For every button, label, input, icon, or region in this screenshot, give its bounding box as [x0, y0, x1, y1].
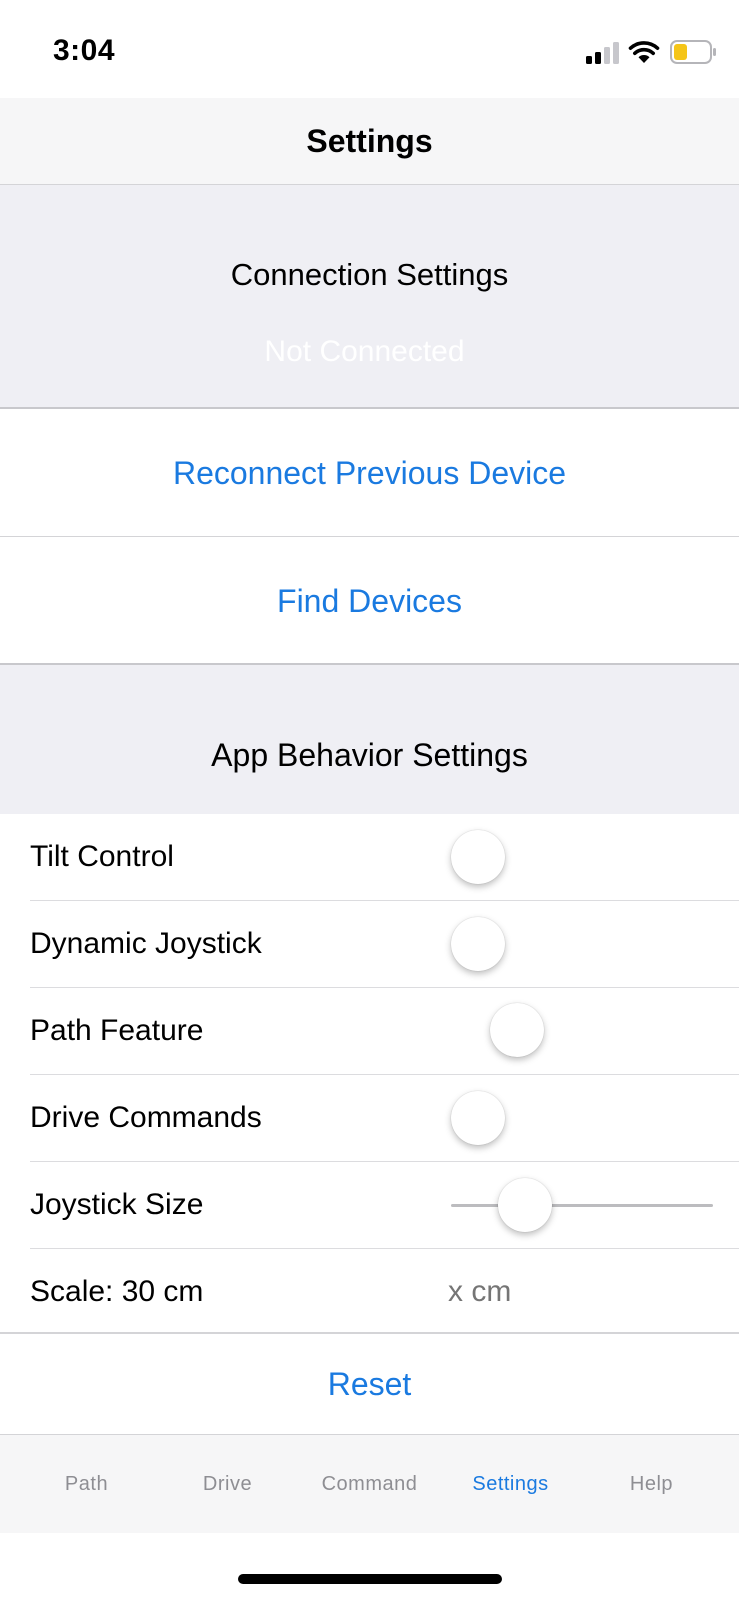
app-behavior-settings-header: App Behavior Settings — [0, 663, 739, 816]
setting-row-dynamic-joystick: Dynamic Joystick — [0, 901, 739, 987]
drive-commands-label: Drive Commands — [30, 1101, 262, 1134]
tilt-control-label: Tilt Control — [30, 840, 174, 873]
setting-row-scale: Scale: 30 cm — [0, 1249, 739, 1335]
page-title: Settings — [306, 123, 433, 159]
tab-command[interactable]: Command — [299, 1435, 440, 1533]
tab-drive[interactable]: Drive — [157, 1435, 298, 1533]
reset-button[interactable]: Reset — [0, 1334, 739, 1434]
path-feature-toggle[interactable] — [490, 1003, 544, 1057]
scale-label: Scale: 30 cm — [30, 1275, 204, 1308]
joystick-size-slider-track[interactable] — [451, 1204, 713, 1207]
drive-commands-toggle[interactable] — [451, 1091, 505, 1145]
connection-settings-header: Connection Settings Not Connected — [0, 185, 739, 409]
dynamic-joystick-label: Dynamic Joystick — [30, 927, 262, 960]
tab-help[interactable]: Help — [581, 1435, 722, 1533]
battery-icon — [670, 40, 716, 64]
path-feature-label: Path Feature — [30, 1014, 204, 1047]
reconnect-previous-device-button[interactable]: Reconnect Previous Device — [0, 410, 739, 537]
scale-input[interactable] — [448, 1249, 648, 1335]
tab-bar: Path Drive Command Settings Help — [0, 1434, 739, 1533]
status-time: 3:04 — [53, 34, 116, 67]
dynamic-joystick-toggle[interactable] — [451, 917, 505, 971]
setting-row-path-feature: Path Feature — [0, 988, 739, 1074]
navigation-bar: Settings — [0, 98, 739, 185]
cellular-signal-icon — [586, 42, 619, 64]
status-bar: 3:04 — [0, 0, 739, 98]
tilt-control-toggle[interactable] — [451, 830, 505, 884]
find-devices-button[interactable]: Find Devices — [0, 538, 739, 664]
connection-status-label: Not Connected — [264, 335, 465, 368]
tab-path[interactable]: Path — [16, 1435, 157, 1533]
setting-row-joystick-size: Joystick Size — [0, 1162, 739, 1248]
app-behavior-settings-title: App Behavior Settings — [211, 737, 528, 773]
connection-settings-title: Connection Settings — [230, 257, 509, 292]
setting-row-tilt-control: Tilt Control — [0, 814, 739, 900]
home-indicator[interactable] — [238, 1574, 502, 1584]
joystick-size-slider-thumb[interactable] — [498, 1178, 552, 1232]
setting-row-drive-commands: Drive Commands — [0, 1075, 739, 1161]
wifi-icon — [628, 41, 660, 63]
joystick-size-label: Joystick Size — [30, 1188, 204, 1221]
tab-settings[interactable]: Settings — [440, 1435, 581, 1533]
